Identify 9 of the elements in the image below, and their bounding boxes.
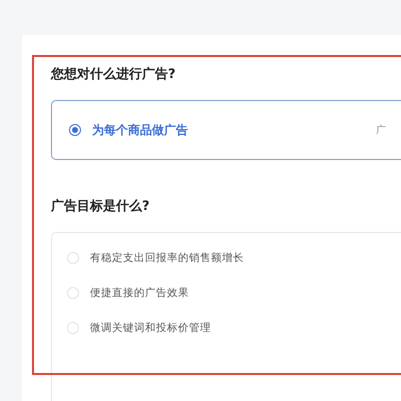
option-note: 广 (376, 124, 386, 137)
radio-button[interactable] (69, 124, 81, 136)
section-heading: 广告目标是什么? (51, 198, 151, 216)
option-label: 微调关键词和投标价管理 (90, 321, 211, 335)
option-card[interactable]: 为每个商品做广告 广 (51, 100, 401, 160)
option-label: 有稳定支出回报率的销售额增长 (90, 251, 244, 265)
option-label: 为每个商品做广告 (92, 122, 188, 138)
option-label: 便捷直接的广告效果 (90, 286, 189, 300)
section-heading: 您想对什么进行广告? (51, 66, 177, 84)
